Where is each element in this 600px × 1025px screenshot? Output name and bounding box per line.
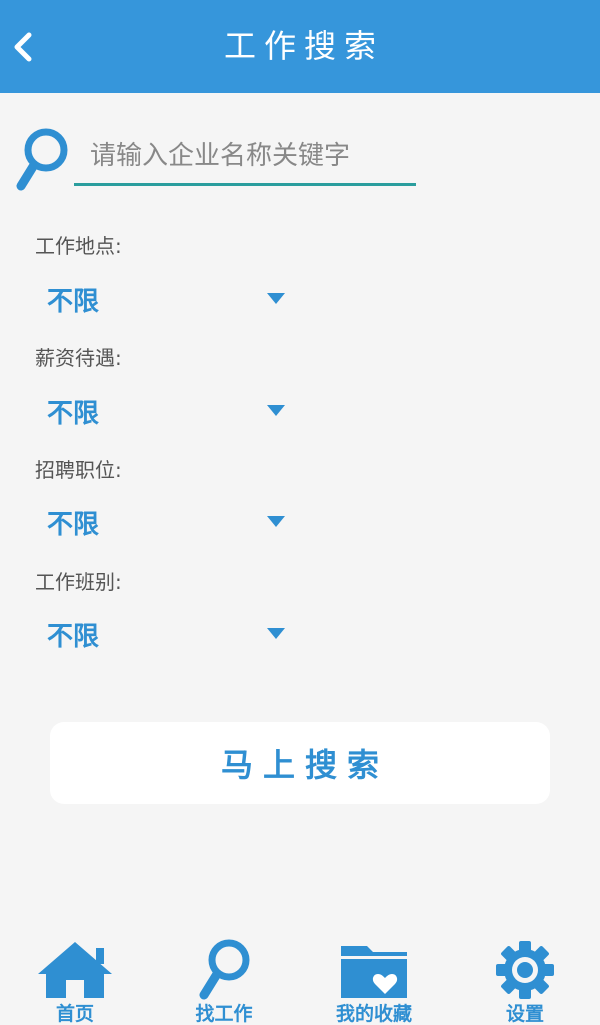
nav-item-home[interactable]: 首页 xyxy=(10,932,140,1025)
gear-icon xyxy=(496,941,554,999)
nav-label-settings: 设置 xyxy=(505,1003,544,1025)
nav-item-find-job[interactable]: 找工作 xyxy=(159,932,289,1025)
search-input-underline xyxy=(74,183,416,186)
dropdown-arrow-icon xyxy=(267,516,285,527)
nav-label-favorites: 我的收藏 xyxy=(335,1003,412,1025)
bottom-nav: 首页 找工作 我的收藏 设置 xyxy=(0,932,600,1025)
app-header: 工作搜索 xyxy=(0,0,600,93)
dropdown-arrow-icon xyxy=(267,405,285,416)
dropdown-arrow-icon xyxy=(267,293,285,304)
filter-value-salary: 不限 xyxy=(47,398,100,429)
filter-select-position[interactable]: 不限 xyxy=(35,497,295,547)
filter-value-location: 不限 xyxy=(47,286,100,317)
filter-select-shift[interactable]: 不限 xyxy=(35,609,295,659)
filter-label-position: 招聘职位: xyxy=(35,458,122,482)
keyword-search-input[interactable] xyxy=(76,128,416,184)
filter-label-shift: 工作班别: xyxy=(35,570,122,594)
nav-label-home: 首页 xyxy=(55,1003,94,1025)
nav-item-favorites[interactable]: 我的收藏 xyxy=(309,932,439,1025)
chevron-left-icon xyxy=(14,32,32,62)
back-button[interactable] xyxy=(6,24,40,70)
filter-select-location[interactable]: 不限 xyxy=(35,274,295,324)
filter-value-position: 不限 xyxy=(47,509,100,540)
dropdown-arrow-icon xyxy=(267,628,285,639)
filter-label-location: 工作地点: xyxy=(35,234,122,258)
nav-label-find-job: 找工作 xyxy=(195,1003,253,1025)
filter-label-salary: 薪资待遇: xyxy=(35,346,122,370)
favorites-folder-icon xyxy=(341,946,407,998)
home-icon xyxy=(38,942,112,998)
filter-value-shift: 不限 xyxy=(47,621,100,652)
filter-select-salary[interactable]: 不限 xyxy=(35,386,295,436)
search-now-button[interactable]: 马上搜索 xyxy=(50,722,550,804)
find-job-icon xyxy=(199,939,250,1000)
page-title: 工作搜索 xyxy=(223,27,384,65)
nav-item-settings[interactable]: 设置 xyxy=(460,932,590,1025)
magnifier-icon[interactable] xyxy=(14,126,70,194)
